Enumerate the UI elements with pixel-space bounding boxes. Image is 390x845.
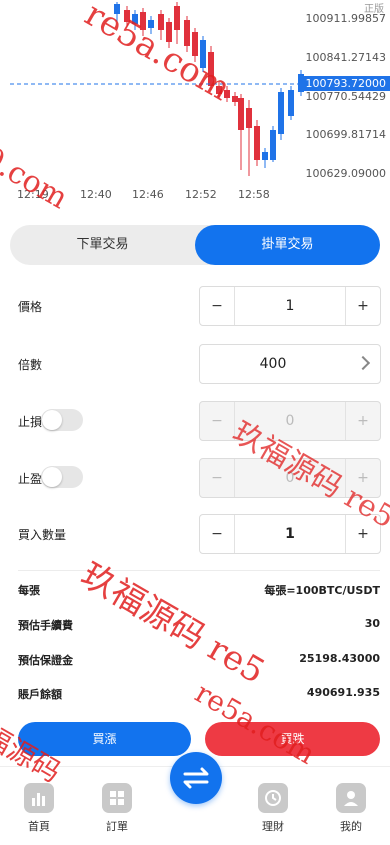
- take-profit-plus-button[interactable]: +: [345, 459, 380, 497]
- price-tick: 100841.27143: [305, 51, 386, 64]
- fee-value: 30: [364, 617, 380, 630]
- take-profit-stepper: − 0 +: [199, 458, 381, 498]
- candle-body: [192, 32, 198, 56]
- stop-loss-toggle[interactable]: [41, 409, 83, 431]
- leverage-value: 400: [259, 356, 287, 372]
- time-tick: 12:19: [17, 188, 49, 201]
- candle-body: [246, 108, 252, 128]
- candlestick-plot: [10, 2, 306, 176]
- kline-chart[interactable]: 正版 100911.99857 100841.27143 100770.5442…: [0, 0, 390, 212]
- user-icon: [336, 783, 366, 813]
- nav-finance[interactable]: 理財: [243, 783, 303, 834]
- time-tick: 12:58: [238, 188, 270, 201]
- candle-body: [270, 130, 276, 160]
- candle-body: [208, 52, 214, 86]
- candle-body: [124, 10, 130, 22]
- buy-down-button[interactable]: 買跌: [205, 722, 380, 756]
- time-tick: 12:52: [185, 188, 217, 201]
- candle-body: [262, 152, 268, 160]
- chevron-right-icon: [355, 355, 371, 371]
- leverage-select[interactable]: 400: [199, 344, 381, 384]
- price-stepper: − 1 +: [199, 286, 381, 326]
- price-plus-button[interactable]: +: [345, 287, 380, 325]
- tab-limit-order[interactable]: 掛單交易: [195, 225, 380, 265]
- price-minus-button[interactable]: −: [200, 287, 235, 325]
- price-tick: 100911.99857: [305, 12, 386, 25]
- nav-mine-label: 我的: [340, 820, 362, 833]
- candle-body: [232, 96, 238, 102]
- stop-loss-stepper: − 0 +: [199, 401, 381, 441]
- nav-home[interactable]: 首頁: [9, 783, 69, 834]
- margin-value: 25198.43000: [299, 652, 380, 665]
- nav-orders[interactable]: 訂單: [87, 783, 147, 834]
- divider: [18, 570, 380, 571]
- chart-bar-icon: [24, 783, 54, 813]
- candle-body: [140, 12, 146, 30]
- fee-label: 預估手續費: [18, 619, 73, 632]
- toggle-knob: [42, 467, 62, 487]
- per-lot-label: 每張: [18, 584, 40, 597]
- candle-body: [200, 40, 206, 68]
- margin-label: 預估保證金: [18, 654, 73, 667]
- take-profit-label: 止盈: [18, 472, 43, 486]
- time-tick: 12:40: [80, 188, 112, 201]
- buy-up-button[interactable]: 買漲: [18, 722, 191, 756]
- quantity-minus-button[interactable]: −: [200, 515, 235, 553]
- tab-market-order[interactable]: 下單交易: [10, 225, 195, 265]
- toggle-knob: [42, 410, 62, 430]
- candle-body: [238, 98, 244, 130]
- price-tick: 100699.81714: [305, 128, 386, 141]
- price-tick: 100770.54429: [305, 90, 386, 103]
- trade-fab-button[interactable]: [170, 752, 222, 804]
- candle-body: [184, 20, 190, 46]
- candle-body: [254, 126, 260, 160]
- stop-loss-input[interactable]: 0: [235, 402, 345, 440]
- candle-body: [224, 90, 230, 98]
- order-type-tabs: 下單交易 掛單交易: [10, 225, 380, 265]
- price-tick: 100629.09000: [305, 167, 386, 180]
- swap-icon: [183, 767, 209, 789]
- take-profit-minus-button[interactable]: −: [200, 459, 235, 497]
- per-lot-value: 每張=100BTC/USDT: [264, 584, 380, 597]
- candle-body: [158, 14, 164, 30]
- candle-body: [278, 92, 284, 134]
- take-profit-toggle[interactable]: [41, 466, 83, 488]
- candle-body: [166, 22, 172, 42]
- current-price-badge: 100793.72000: [301, 76, 390, 91]
- quantity-input[interactable]: 1: [235, 515, 345, 553]
- grid-icon: [102, 783, 132, 813]
- nav-home-label: 首頁: [28, 820, 50, 833]
- balance-label: 賬戶餘額: [18, 688, 62, 701]
- stop-loss-plus-button[interactable]: +: [345, 402, 380, 440]
- candle-body: [114, 4, 120, 14]
- stop-loss-label: 止損: [18, 415, 43, 429]
- candle-body: [148, 20, 154, 28]
- quantity-stepper: − 1 +: [199, 514, 381, 554]
- quantity-plus-button[interactable]: +: [345, 515, 380, 553]
- price-label: 價格: [18, 300, 43, 314]
- candle-body: [216, 86, 222, 94]
- balance-value: 490691.935: [306, 686, 380, 699]
- stop-loss-minus-button[interactable]: −: [200, 402, 235, 440]
- clock-icon: [258, 783, 288, 813]
- candle-body: [132, 14, 138, 24]
- nav-finance-label: 理財: [262, 820, 284, 833]
- candle-body: [288, 90, 294, 116]
- nav-mine[interactable]: 我的: [321, 783, 381, 834]
- take-profit-input[interactable]: 0: [235, 459, 345, 497]
- leverage-label: 倍數: [18, 358, 43, 372]
- nav-orders-label: 訂單: [106, 820, 128, 833]
- candle-body: [174, 6, 180, 30]
- quantity-label: 買入數量: [18, 528, 67, 542]
- price-input[interactable]: 1: [235, 287, 345, 325]
- time-tick: 12:46: [132, 188, 164, 201]
